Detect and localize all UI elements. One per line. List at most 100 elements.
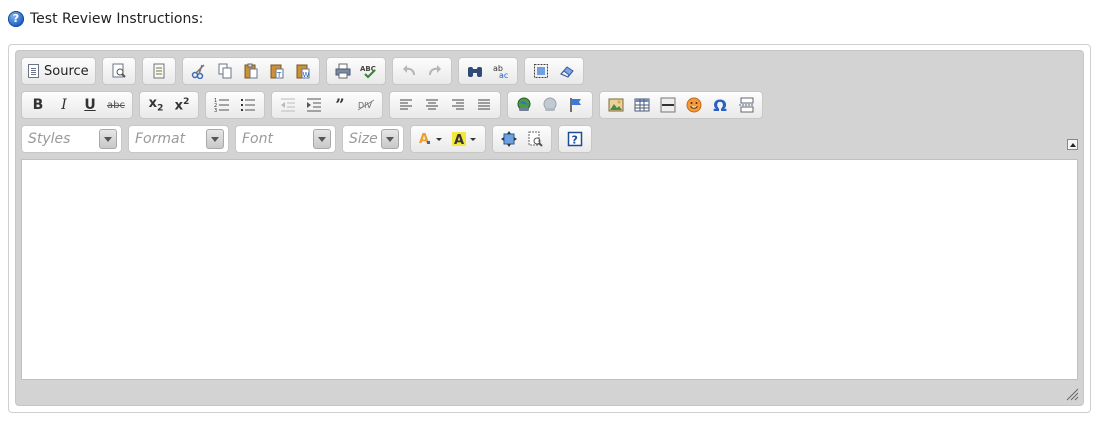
remove-format-button[interactable] xyxy=(554,60,580,82)
format-combo[interactable]: Format xyxy=(128,125,229,153)
paste-icon xyxy=(244,63,258,79)
show-blocks-button[interactable] xyxy=(522,128,548,150)
chevron-down-icon[interactable] xyxy=(206,129,224,149)
unlink-button[interactable] xyxy=(537,94,563,116)
justify-button[interactable] xyxy=(471,94,497,116)
font-combo[interactable]: Font xyxy=(235,125,336,153)
toolbar-row-3: Styles Format Font Size A A ? xyxy=(21,125,598,153)
spellcheck-button[interactable]: ABC xyxy=(356,60,382,82)
svg-text:A: A xyxy=(454,133,464,147)
strike-button[interactable]: abc xyxy=(103,94,129,116)
horizontal-rule-button[interactable] xyxy=(655,94,681,116)
subscript-button[interactable]: x2 xyxy=(143,94,169,116)
templates-icon xyxy=(153,63,165,79)
resize-grip-icon[interactable] xyxy=(1065,387,1079,401)
copy-icon xyxy=(218,63,232,79)
maximize-button[interactable] xyxy=(496,128,522,150)
paste-word-button[interactable]: W xyxy=(290,60,316,82)
page-break-icon xyxy=(739,97,754,113)
indent-button[interactable] xyxy=(301,94,327,116)
toolbar-group-undo xyxy=(391,57,452,85)
flag-anchor-icon xyxy=(570,98,581,112)
cut-button[interactable] xyxy=(186,60,212,82)
table-icon xyxy=(634,98,650,112)
create-div-button[interactable]: DIV xyxy=(353,94,379,116)
undo-icon xyxy=(402,65,415,76)
about-button[interactable]: ? xyxy=(562,128,588,150)
underline-button[interactable]: U xyxy=(77,94,103,116)
preview-button[interactable] xyxy=(106,60,132,82)
unlink-icon xyxy=(543,97,557,111)
page-break-button[interactable] xyxy=(733,94,759,116)
bulleted-list-icon xyxy=(241,99,255,111)
align-left-button[interactable] xyxy=(393,94,419,116)
background-color-button[interactable]: A xyxy=(448,128,482,150)
subscript-icon: x2 xyxy=(148,96,164,114)
align-center-button[interactable] xyxy=(419,94,445,116)
preview-icon xyxy=(112,63,126,78)
editor-frame: Source T W ABC ab ac B I U abc x2 x2 1 2… xyxy=(8,44,1091,413)
toolbar-group-indent: ” DIV xyxy=(271,91,383,119)
svg-text:ac: ac xyxy=(499,71,508,79)
source-button[interactable]: Source xyxy=(25,60,92,82)
toolbar-group-scripts: x2 x2 xyxy=(139,91,199,119)
rich-text-editor: Source T W ABC ab ac B I U abc x2 x2 1 2… xyxy=(15,50,1084,406)
eraser-icon xyxy=(559,66,574,78)
anchor-button[interactable] xyxy=(563,94,589,116)
find-button[interactable] xyxy=(462,60,488,82)
toolbar-group-print: ABC xyxy=(325,57,386,85)
toolbar-group-about: ? xyxy=(558,125,592,153)
blockquote-button[interactable]: ” xyxy=(327,94,353,116)
paste-word-icon: W xyxy=(296,64,310,79)
numbered-list-button[interactable]: 123 xyxy=(209,94,235,116)
strikethrough-icon: abc xyxy=(107,99,125,111)
replace-icon: abac xyxy=(493,64,508,79)
redo-button[interactable] xyxy=(422,60,448,82)
paste-button[interactable] xyxy=(238,60,264,82)
background-color-icon: A xyxy=(452,132,476,147)
align-right-button[interactable] xyxy=(445,94,471,116)
replace-button[interactable]: ab ac xyxy=(488,60,514,82)
chevron-down-icon[interactable] xyxy=(313,129,331,149)
help-box-icon: ? xyxy=(567,131,583,147)
select-all-button[interactable] xyxy=(528,60,554,82)
redo-icon xyxy=(428,65,441,76)
smiley-button[interactable] xyxy=(681,94,707,116)
text-color-button[interactable]: A xyxy=(414,128,448,150)
italic-button[interactable]: I xyxy=(51,94,77,116)
superscript-button[interactable]: x2 xyxy=(169,94,195,116)
table-button[interactable] xyxy=(629,94,655,116)
image-button[interactable] xyxy=(603,94,629,116)
font-combo-label: Font xyxy=(242,131,273,147)
toolbar-row-2: B I U abc x2 x2 123 ” Ω xyxy=(21,91,769,119)
paste-text-button[interactable]: T xyxy=(264,60,290,82)
templates-button[interactable] xyxy=(146,60,172,82)
bold-icon: B xyxy=(32,97,44,113)
outdent-button[interactable] xyxy=(275,94,301,116)
svg-text:3: 3 xyxy=(214,108,217,113)
toolbar-group-colors: A A xyxy=(410,125,486,153)
print-button[interactable] xyxy=(330,60,356,82)
chevron-down-icon[interactable] xyxy=(381,129,399,149)
bold-button[interactable]: B xyxy=(25,94,51,116)
show-blocks-icon xyxy=(528,131,543,147)
size-combo[interactable]: Size xyxy=(342,125,404,153)
styles-combo[interactable]: Styles xyxy=(21,125,122,153)
indent-icon xyxy=(307,98,321,112)
svg-text:?: ? xyxy=(572,134,578,147)
copy-button[interactable] xyxy=(212,60,238,82)
chevron-down-icon[interactable] xyxy=(99,129,117,149)
bulleted-list-button[interactable] xyxy=(235,94,261,116)
svg-text:A: A xyxy=(419,132,429,147)
toolbar-group-document: Source xyxy=(21,57,96,85)
special-char-button[interactable]: Ω xyxy=(707,94,733,116)
link-button[interactable] xyxy=(511,94,537,116)
div-container-icon: DIV xyxy=(358,99,374,111)
undo-button[interactable] xyxy=(396,60,422,82)
toolbar-group-preview xyxy=(101,57,136,85)
help-question-icon[interactable]: ? xyxy=(8,11,24,27)
editor-content-area[interactable] xyxy=(21,159,1078,380)
collapse-toolbar-icon[interactable] xyxy=(1067,139,1078,150)
toolbar-group-lists: 123 xyxy=(205,91,265,119)
size-combo-label: Size xyxy=(349,131,378,147)
